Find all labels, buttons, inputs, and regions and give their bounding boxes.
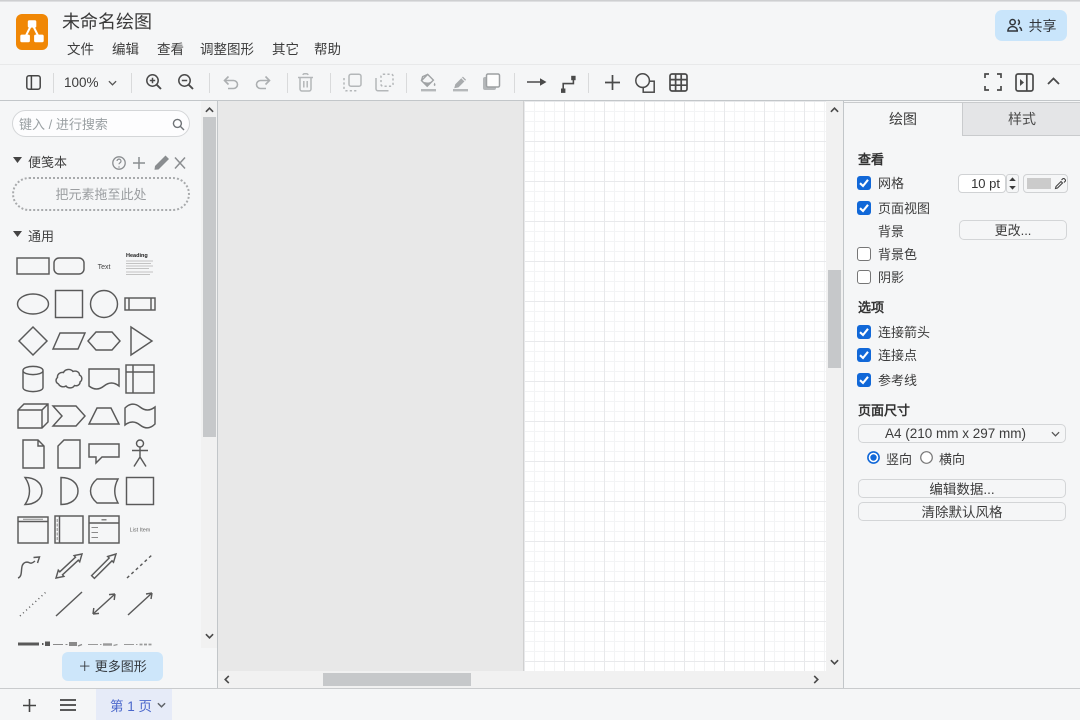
- svg-text:Heading: Heading: [126, 253, 148, 259]
- svg-text:List Item: List Item: [130, 528, 151, 534]
- svg-text:Text: Text: [98, 264, 111, 271]
